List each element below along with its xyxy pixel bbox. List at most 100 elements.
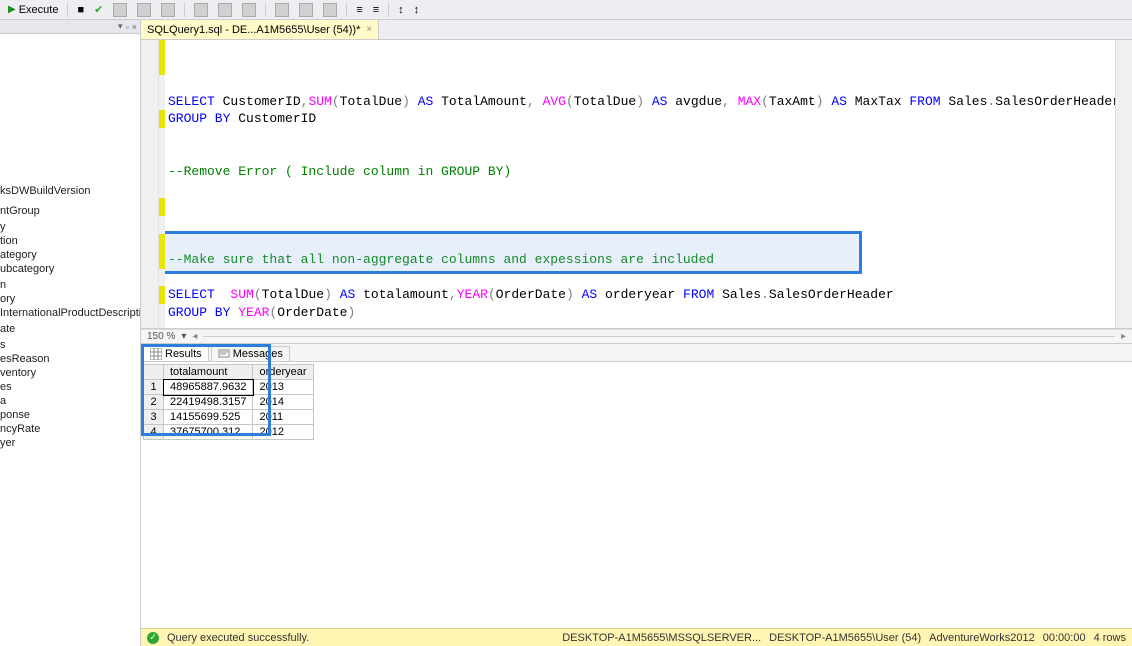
scroll-left-icon[interactable]: ◂	[192, 331, 197, 342]
code-line[interactable]: SELECT CustomerID,SUM(TotalDue) AS Total…	[168, 93, 1115, 111]
code-line[interactable]: SELECT SUM(TotalDue) AS totalamount,YEAR…	[168, 286, 1115, 304]
tree-item[interactable]: s	[0, 338, 140, 352]
tree-item[interactable]: es	[0, 380, 140, 394]
horizontal-scroll-track[interactable]	[203, 331, 1115, 343]
tree-item[interactable]: y	[0, 220, 140, 234]
stats-icon	[323, 3, 337, 17]
toolbar-separator	[184, 3, 185, 17]
parse-button[interactable]: ✔	[90, 2, 107, 17]
indent-button[interactable]: ≡	[352, 3, 366, 17]
table-icon	[275, 3, 289, 17]
panel-header: ▾ ▫ ×	[0, 20, 140, 34]
column-header[interactable]: orderyear	[253, 365, 313, 380]
tree-item[interactable]: ategory	[0, 248, 140, 262]
tree-item[interactable]: ory	[0, 292, 140, 306]
tree-list[interactable]: ksDWBuildVersion ntGroup ytionategoryubcat…	[0, 34, 140, 646]
messages-tab-label: Messages	[233, 348, 283, 360]
tree-item[interactable]: ventory	[0, 366, 140, 380]
doc3-icon	[242, 3, 256, 17]
main-area: ▾ ▫ × ksDWBuildVersion ntGroup ytionategor…	[0, 20, 1132, 646]
code-line[interactable]	[168, 269, 1115, 287]
code-line[interactable]	[168, 198, 1115, 216]
results-grid-wrap[interactable]: totalamountorderyear148965887.9632201322…	[141, 362, 1132, 628]
tree-item[interactable]: InternationalProductDescription	[0, 306, 140, 320]
column-header[interactable]: totalamount	[164, 365, 253, 380]
tree-item[interactable]: n	[0, 278, 140, 292]
tb-btn-5[interactable]	[214, 2, 236, 18]
results-tab[interactable]: Results	[143, 346, 209, 361]
status-message: Query executed successfully.	[167, 632, 309, 644]
status-rows: 4 rows	[1094, 632, 1126, 644]
code-line[interactable]	[168, 146, 1115, 164]
results-grid[interactable]: totalamountorderyear148965887.9632201322…	[143, 364, 314, 440]
code-line[interactable]	[168, 181, 1115, 199]
tree-item[interactable]: tion	[0, 234, 140, 248]
tree-item[interactable]: ponse	[0, 408, 140, 422]
zoom-dropdown-icon[interactable]: ▾	[181, 331, 186, 342]
pin-icon[interactable]: ▾	[118, 21, 123, 32]
execute-button[interactable]: ▶ Execute	[4, 3, 62, 17]
results-pane: Results Messages totalamountorderyear148…	[141, 343, 1132, 628]
tree-item[interactable]: ncyRate	[0, 422, 140, 436]
execute-label: Execute	[19, 4, 59, 16]
table-row[interactable]: 437675700.3122012	[144, 425, 314, 440]
tree-item[interactable]: ate	[0, 322, 140, 336]
tb-btn-7[interactable]	[271, 2, 293, 18]
tree-item[interactable]: a	[0, 394, 140, 408]
vertical-scrollbar[interactable]	[1115, 40, 1132, 328]
code-line[interactable]	[168, 128, 1115, 146]
code-line[interactable]: GROUP BY CustomerID	[168, 110, 1115, 128]
table-row[interactable]: 222419498.31572014	[144, 395, 314, 410]
object-explorer-panel: ▾ ▫ × ksDWBuildVersion ntGroup ytionategor…	[0, 20, 141, 646]
tb-btn-9[interactable]	[319, 2, 341, 18]
tb-btn-2[interactable]	[133, 2, 155, 18]
status-bar: ✓ Query executed successfully. DESKTOP-A…	[141, 628, 1132, 646]
code-line[interactable]: GROUP BY YEAR(OrderDate)	[168, 304, 1115, 322]
debug-icon: ■	[77, 4, 84, 16]
grid3-icon	[161, 3, 175, 17]
main-toolbar: ▶ Execute ■ ✔ ≡ ≡ ↕ ↕	[0, 0, 1132, 20]
table-row[interactable]: 148965887.96322013	[144, 380, 314, 395]
editor-wrap: SELECT CustomerID,SUM(TotalDue) AS Total…	[141, 40, 1132, 329]
scroll-right-icon[interactable]: ▸	[1121, 331, 1126, 342]
indent-icon: ≡	[356, 4, 362, 16]
messages-tab[interactable]: Messages	[211, 346, 290, 361]
table2-icon	[299, 3, 313, 17]
close-icon[interactable]: ×	[132, 22, 137, 32]
tree-item[interactable]: yer	[0, 436, 140, 450]
check-icon: ✔	[94, 3, 103, 16]
code-line[interactable]	[168, 216, 1115, 234]
document-tab[interactable]: SQLQuery1.sql - DE...A1M5655\User (54))*…	[141, 20, 379, 39]
code-line[interactable]	[168, 234, 1115, 252]
outdent-icon: ≡	[373, 4, 379, 16]
tree-item[interactable]: ksDWBuildVersion	[0, 184, 140, 198]
table-row[interactable]: 314155699.5252011	[144, 410, 314, 425]
sql-editor[interactable]: SELECT CustomerID,SUM(TotalDue) AS Total…	[165, 40, 1115, 328]
zoom-bar: 150 % ▾ ◂ ▸	[141, 329, 1132, 343]
code-line[interactable]: --Make sure that all non-aggregate colum…	[168, 251, 1115, 269]
uncomment-button[interactable]: ↕	[410, 3, 424, 17]
tree-item[interactable]: ntGroup	[0, 204, 140, 218]
status-elapsed: 00:00:00	[1043, 632, 1086, 644]
tb-btn-6[interactable]	[238, 2, 260, 18]
results-tab-bar: Results Messages	[141, 344, 1132, 362]
debug-button[interactable]: ■	[73, 3, 88, 17]
code-line[interactable]: --Remove Error ( Include column in GROUP…	[168, 163, 1115, 181]
dropdown-icon[interactable]: ▫	[126, 22, 129, 32]
toolbar-separator	[67, 3, 68, 17]
zoom-percent[interactable]: 150 %	[147, 331, 175, 342]
outdent-button[interactable]: ≡	[369, 3, 383, 17]
tb-btn-8[interactable]	[295, 2, 317, 18]
tb-btn-1[interactable]	[109, 2, 131, 18]
comment-button[interactable]: ↕	[394, 3, 408, 17]
uncomment-icon: ↕	[414, 4, 420, 16]
status-user: DESKTOP-A1M5655\User (54)	[769, 632, 921, 644]
editor-panel: SQLQuery1.sql - DE...A1M5655\User (54))*…	[141, 20, 1132, 646]
tb-btn-3[interactable]	[157, 2, 179, 18]
tree-item[interactable]: esReason	[0, 352, 140, 366]
code-line[interactable]	[168, 322, 1115, 329]
tree-item[interactable]: ubcategory	[0, 262, 140, 276]
close-icon[interactable]: ×	[366, 24, 372, 35]
tb-btn-4[interactable]	[190, 2, 212, 18]
doc2-icon	[218, 3, 232, 17]
